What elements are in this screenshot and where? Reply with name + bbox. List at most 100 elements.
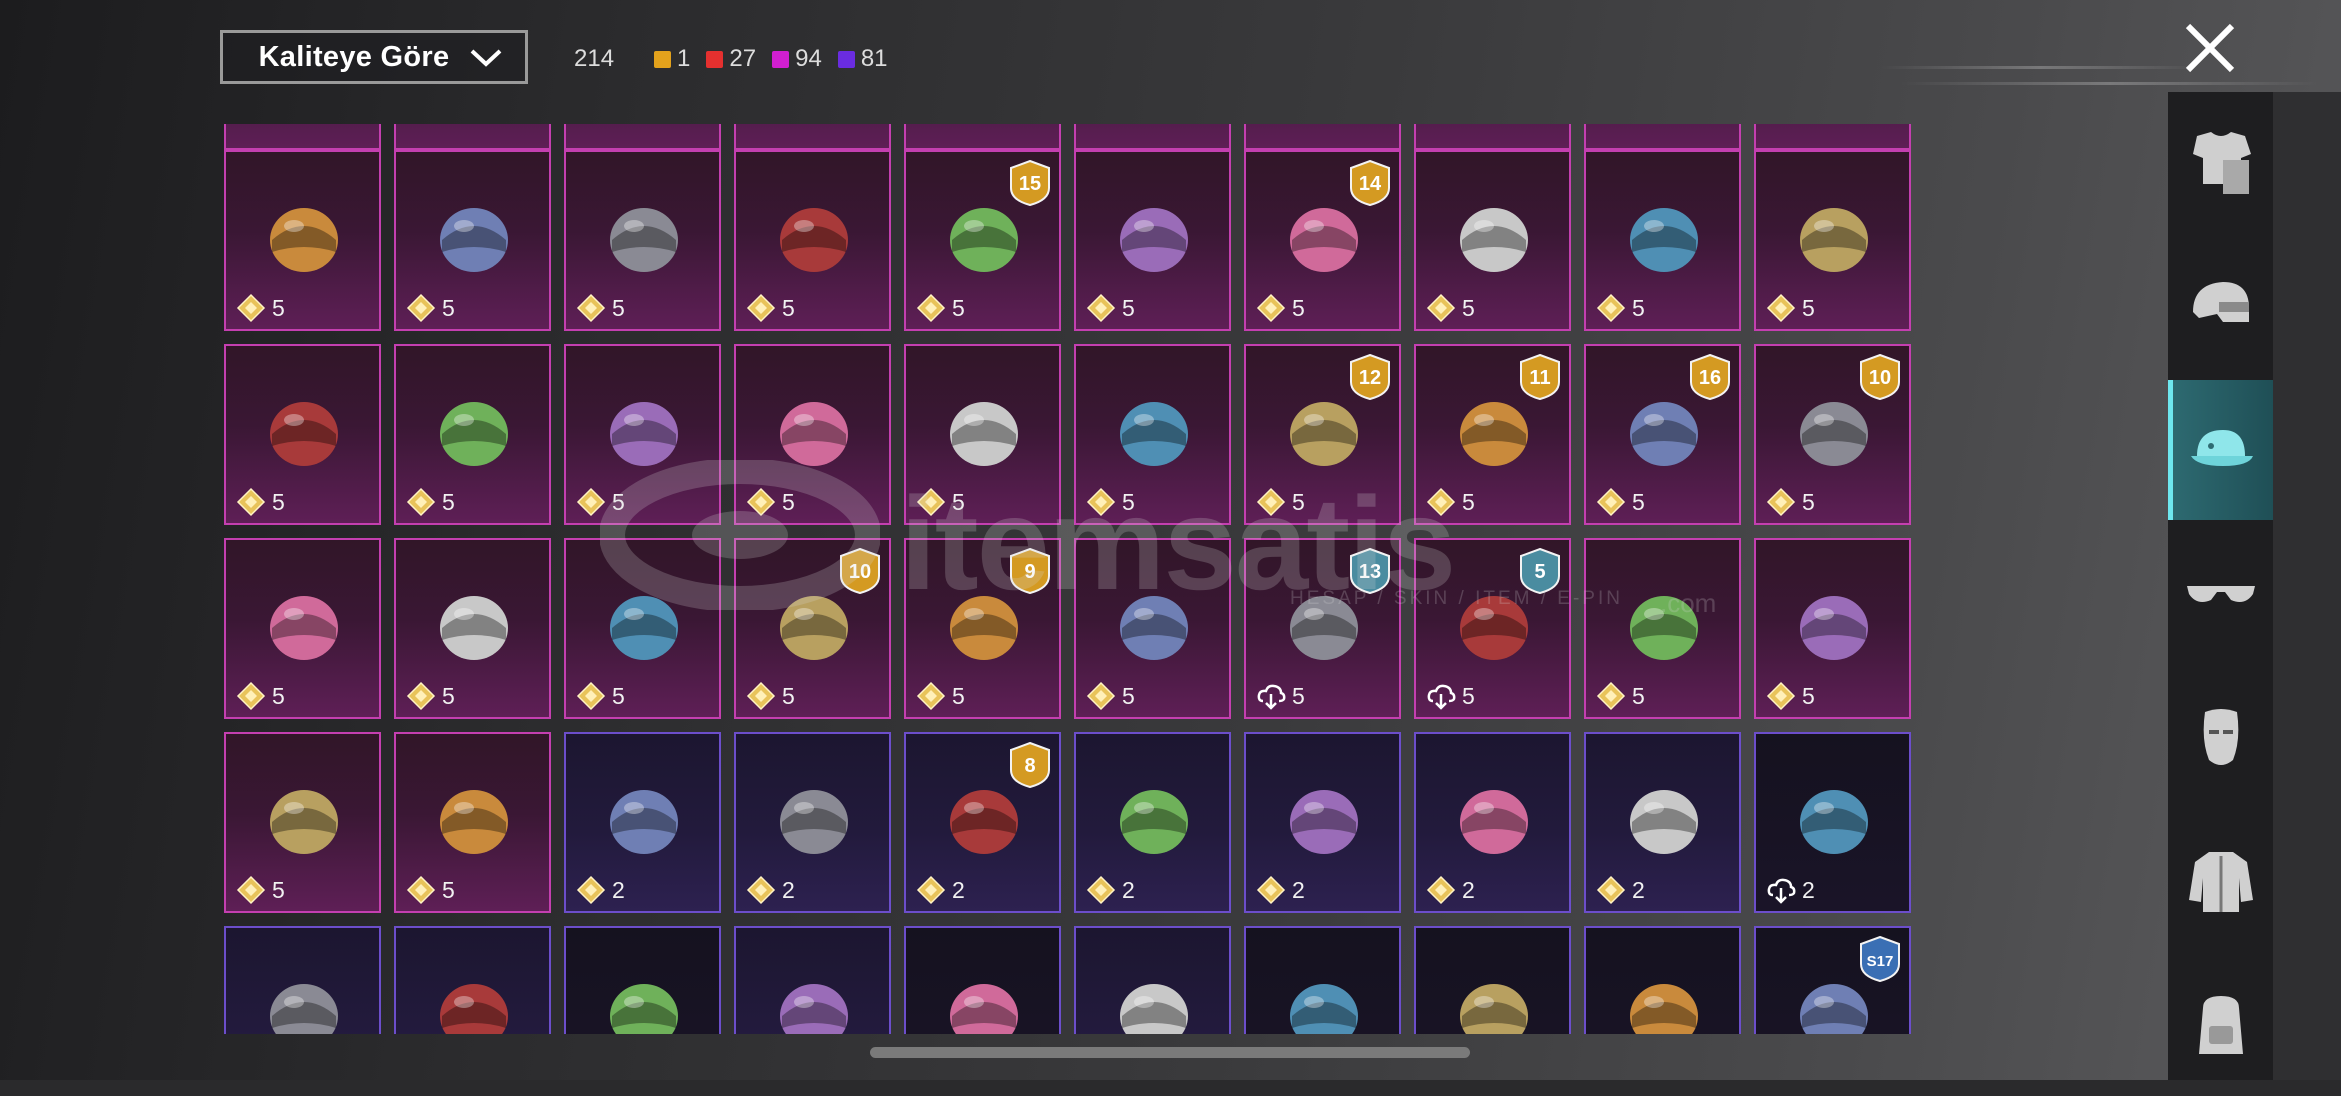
item-value: 5 — [406, 293, 455, 323]
item-card[interactable] — [394, 926, 551, 1034]
category-jacket[interactable] — [2168, 812, 2273, 952]
item-card[interactable] — [224, 926, 381, 1034]
item-card[interactable]: 2 — [1074, 732, 1231, 913]
item-card[interactable]: 5 — [1584, 538, 1741, 719]
tribal-mask-icon — [1630, 208, 1698, 272]
item-card[interactable]: 5 — [224, 344, 381, 525]
item-card[interactable]: 5 — [224, 538, 381, 719]
category-cap[interactable] — [2168, 380, 2273, 520]
category-backpack[interactable] — [2168, 956, 2273, 1096]
currency-diamond-icon — [746, 681, 776, 711]
item-card-partial[interactable] — [904, 124, 1061, 150]
item-card[interactable]: 5 — [564, 344, 721, 525]
item-card[interactable]: 5 — [224, 732, 381, 913]
item-card[interactable] — [564, 926, 721, 1034]
item-card[interactable]: 14 5 — [1244, 150, 1401, 331]
item-value: 5 — [1596, 293, 1645, 323]
item-value: 5 — [406, 487, 455, 517]
item-value: 5 — [1426, 487, 1475, 517]
item-value-text: 5 — [272, 294, 285, 321]
item-card-partial[interactable] — [734, 124, 891, 150]
category-outfit[interactable] — [2168, 92, 2273, 232]
sort-dropdown[interactable]: Kaliteye Göre — [220, 30, 528, 84]
item-card[interactable]: 2 — [564, 732, 721, 913]
category-helmet[interactable] — [2168, 236, 2273, 376]
category-face-mask[interactable] — [2168, 668, 2273, 808]
item-card[interactable]: 2 — [1244, 732, 1401, 913]
item-card-partial[interactable] — [1584, 124, 1741, 150]
item-card[interactable]: 5 — [734, 344, 891, 525]
item-card[interactable]: 5 — [564, 538, 721, 719]
item-value-text: 5 — [442, 876, 455, 903]
item-card[interactable]: 15 5 — [904, 150, 1061, 331]
item-value-text: 5 — [1462, 682, 1475, 709]
item-value: 5 — [746, 293, 795, 323]
item-card[interactable]: 5 — [1074, 150, 1231, 331]
category-glasses[interactable] — [2168, 524, 2273, 664]
item-value-text: 5 — [782, 294, 795, 321]
brown-messy-hair-icon — [1290, 790, 1358, 854]
item-card-partial[interactable] — [224, 124, 381, 150]
item-card[interactable] — [734, 926, 891, 1034]
item-card[interactable]: 10 5 — [1754, 344, 1911, 525]
item-value-text: 5 — [782, 682, 795, 709]
item-card[interactable] — [1584, 926, 1741, 1034]
item-card-partial[interactable] — [564, 124, 721, 150]
home-indicator[interactable] — [870, 1047, 1470, 1058]
item-card[interactable]: 2 — [1584, 732, 1741, 913]
top-hat-icon — [1800, 596, 1868, 660]
item-grid[interactable]: 5 5 5 5 15 5 5 14 5 5 5 5 5 5 5 5 5 5 12 5 11 5 16 5 10 5 5 5 5 10 5 9 5… — [218, 124, 1918, 1034]
item-card[interactable]: 5 — [394, 344, 551, 525]
item-card[interactable]: 13 5 — [1244, 538, 1401, 719]
level-badge: 13 — [1350, 548, 1390, 594]
item-card[interactable] — [904, 926, 1061, 1034]
item-card[interactable]: 5 — [734, 150, 891, 331]
level-badge-text: 11 — [1529, 367, 1550, 389]
item-card[interactable]: 5 — [1754, 538, 1911, 719]
item-card[interactable]: 12 5 — [1244, 344, 1401, 525]
item-card[interactable]: 5 — [394, 732, 551, 913]
item-card[interactable]: 5 — [1754, 150, 1911, 331]
item-card[interactable]: S17 — [1754, 926, 1911, 1034]
item-card[interactable]: 5 — [1074, 344, 1231, 525]
close-icon[interactable] — [2180, 18, 2240, 78]
item-card-partial[interactable] — [1754, 124, 1911, 150]
item-card[interactable]: 5 — [394, 538, 551, 719]
item-card[interactable]: 5 — [1584, 150, 1741, 331]
item-card[interactable]: 82 — [904, 732, 1061, 913]
item-card[interactable]: 2 — [1754, 732, 1911, 913]
item-value-text: 5 — [1462, 294, 1475, 321]
gold-visor-helmet-icon — [440, 596, 508, 660]
item-card[interactable]: 2 — [734, 732, 891, 913]
item-card[interactable]: 95 — [904, 538, 1061, 719]
item-card[interactable] — [1414, 926, 1571, 1034]
item-card[interactable]: 5 — [1414, 150, 1571, 331]
item-card[interactable]: 5 — [224, 150, 381, 331]
item-card-partial[interactable] — [1414, 124, 1571, 150]
navy-beanie-icon — [1290, 984, 1358, 1034]
item-card-partial[interactable] — [1074, 124, 1231, 150]
level-badge-text: 12 — [1359, 367, 1381, 389]
item-card[interactable]: 10 5 — [734, 538, 891, 719]
item-card-partial[interactable] — [394, 124, 551, 150]
item-card[interactable] — [1244, 926, 1401, 1034]
item-card[interactable]: 11 5 — [1414, 344, 1571, 525]
currency-diamond-icon — [406, 681, 436, 711]
item-card[interactable]: 5 — [904, 344, 1061, 525]
level-badge: 15 — [1010, 160, 1050, 206]
item-value: 5 — [236, 681, 285, 711]
item-card[interactable]: 16 5 — [1584, 344, 1741, 525]
item-card[interactable]: 5 — [1074, 538, 1231, 719]
decor-streak — [1880, 66, 2200, 69]
item-card[interactable] — [1074, 926, 1231, 1034]
currency-diamond-icon — [236, 681, 266, 711]
item-card[interactable]: 5 — [564, 150, 721, 331]
item-value: 2 — [1596, 875, 1645, 905]
item-value: 5 — [1766, 681, 1815, 711]
item-value-text: 2 — [952, 876, 965, 903]
item-card-partial[interactable] — [1244, 124, 1401, 150]
level-badge-text: 13 — [1359, 561, 1381, 583]
item-card[interactable]: 5 — [394, 150, 551, 331]
item-card[interactable]: 55 — [1414, 538, 1571, 719]
item-card[interactable]: 2 — [1414, 732, 1571, 913]
